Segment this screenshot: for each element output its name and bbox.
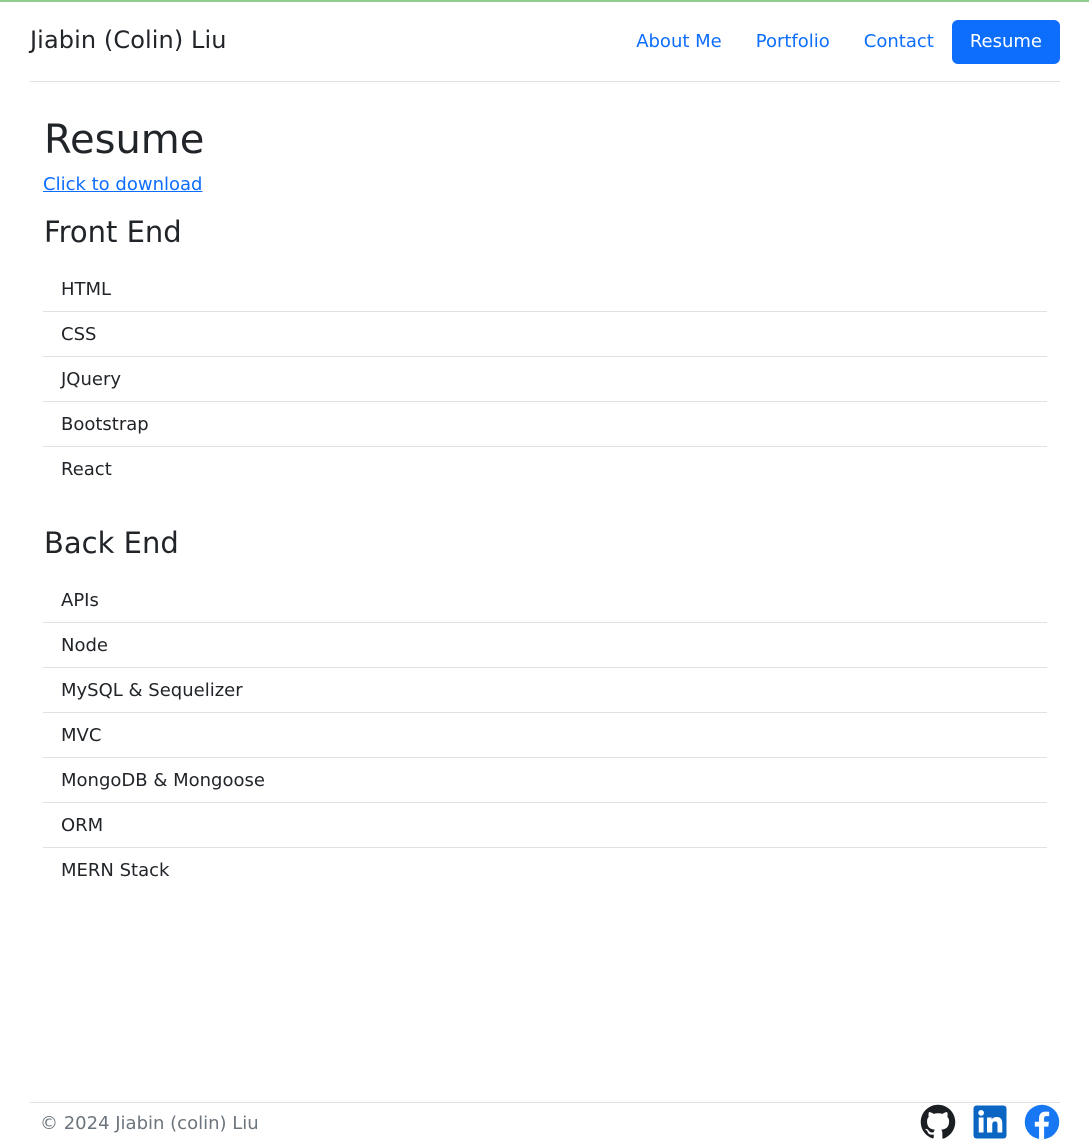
list-item: Node <box>43 623 1047 668</box>
nav-resume[interactable]: Resume <box>951 20 1060 64</box>
copyright-text: © 2024 Jiabin (colin) Liu <box>40 1113 259 1134</box>
main-nav: About Me Portfolio Contact Resume <box>619 20 1060 64</box>
nav-portfolio[interactable]: Portfolio <box>739 20 847 64</box>
nav-contact[interactable]: Contact <box>847 20 951 64</box>
site-header: Jiabin (Colin) Liu About Me Portfolio Co… <box>30 2 1060 82</box>
back-end-list: APIs Node MySQL & Sequelizer MVC MongoDB… <box>43 578 1047 893</box>
nav-about-me[interactable]: About Me <box>619 20 739 64</box>
github-icon[interactable] <box>920 1104 956 1140</box>
list-item: HTML <box>43 267 1047 312</box>
page-title: Resume <box>44 117 205 163</box>
list-item: ORM <box>43 803 1047 848</box>
front-end-heading: Front End <box>44 215 182 249</box>
facebook-icon[interactable] <box>1024 1104 1060 1140</box>
front-end-list: HTML CSS JQuery Bootstrap React <box>43 267 1047 492</box>
list-item: CSS <box>43 312 1047 357</box>
list-item: APIs <box>43 578 1047 623</box>
list-item: MERN Stack <box>61 860 170 881</box>
resume-content: Resume Click to download Front End HTML … <box>43 112 1047 893</box>
linkedin-icon[interactable] <box>972 1104 1008 1140</box>
site-footer: © 2024 Jiabin (colin) Liu <box>30 1102 1060 1142</box>
list-item: Bootstrap <box>43 402 1047 447</box>
list-item: MVC <box>43 713 1047 758</box>
download-resume-link[interactable]: Click to download <box>43 171 202 199</box>
social-links <box>904 1104 1060 1140</box>
list-item: MySQL & Sequelizer <box>43 668 1047 713</box>
brand-link[interactable]: Jiabin (Colin) Liu <box>30 26 227 54</box>
list-item: JQuery <box>43 357 1047 402</box>
list-item: React <box>61 459 112 480</box>
back-end-heading: Back End <box>44 526 179 560</box>
list-item: MongoDB & Mongoose <box>43 758 1047 803</box>
